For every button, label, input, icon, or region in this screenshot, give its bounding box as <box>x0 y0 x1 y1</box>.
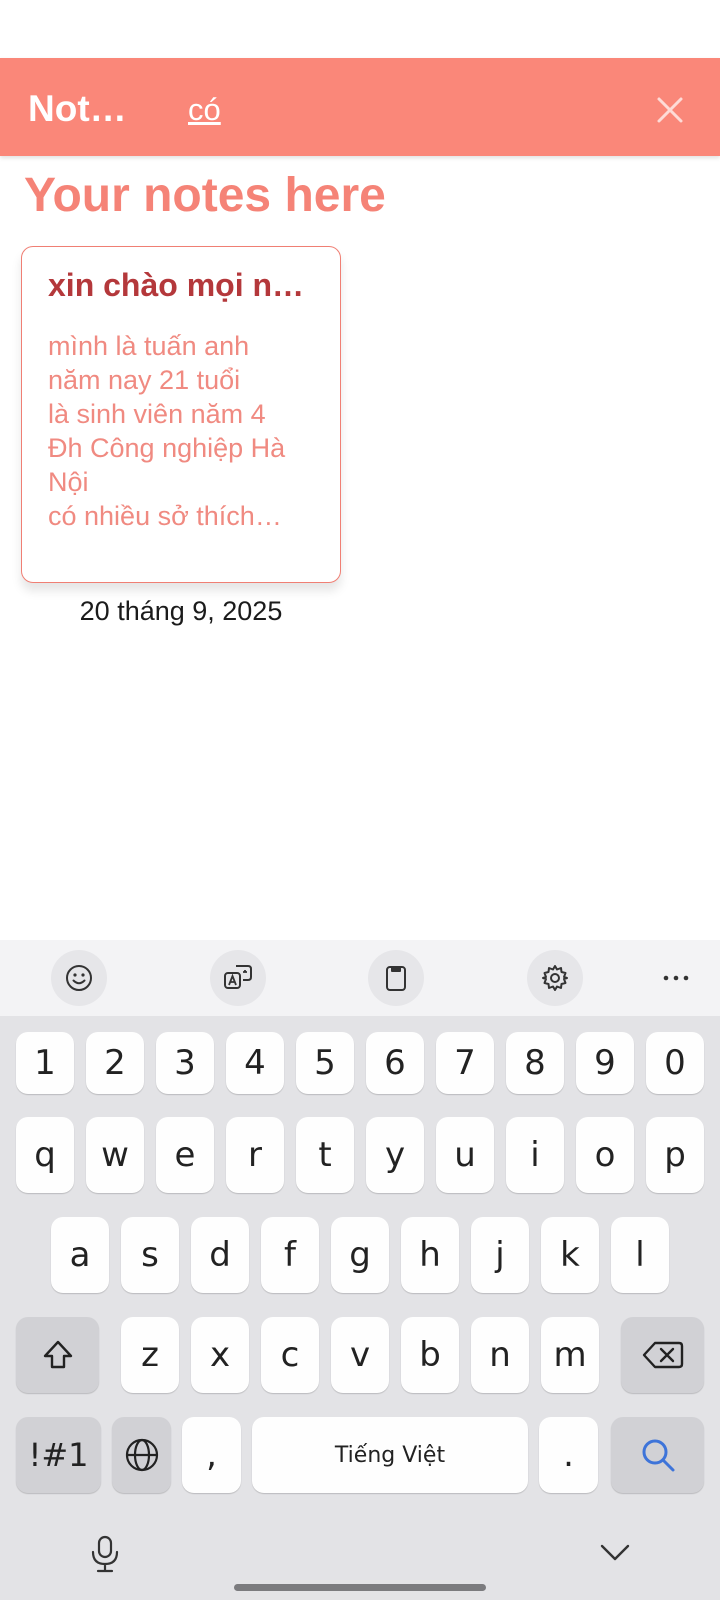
page-title: Your notes here <box>24 169 386 222</box>
home-indicator[interactable] <box>234 1584 486 1591</box>
globe-icon <box>125 1438 158 1472</box>
emoji-icon <box>66 965 92 991</box>
key-i[interactable]: i <box>506 1117 564 1193</box>
key-x[interactable]: x <box>191 1317 249 1393</box>
note-date: 20 tháng 9, 2025 <box>79 596 283 626</box>
key-a[interactable]: a <box>51 1217 109 1293</box>
key-t[interactable]: t <box>296 1117 354 1193</box>
key-3[interactable]: 3 <box>156 1032 214 1094</box>
emoji-button[interactable] <box>51 950 107 1006</box>
translate-button[interactable] <box>210 950 266 1006</box>
more-icon <box>663 975 689 981</box>
key-u[interactable]: u <box>436 1117 494 1193</box>
app-bar: Notes App <box>0 58 720 156</box>
key-o[interactable]: o <box>576 1117 634 1193</box>
note-title: xin chào mọi người <box>48 267 314 303</box>
status-bar <box>0 0 720 58</box>
key-2[interactable]: 2 <box>86 1032 144 1094</box>
key-q[interactable]: q <box>16 1117 74 1193</box>
period-key[interactable]: . <box>539 1417 598 1493</box>
key-k[interactable]: k <box>541 1217 599 1293</box>
translate-icon <box>224 965 252 989</box>
key-y[interactable]: y <box>366 1117 424 1193</box>
language-key[interactable] <box>112 1417 171 1493</box>
key-f[interactable]: f <box>261 1217 319 1293</box>
comma-key[interactable]: , <box>182 1417 241 1493</box>
shift-icon <box>43 1340 72 1369</box>
close-search-button[interactable] <box>650 90 690 130</box>
keyboard: 1 2 3 4 5 6 7 8 9 0 q w e r t y u i o p … <box>0 1016 720 1600</box>
key-r[interactable]: r <box>226 1117 284 1193</box>
space-key[interactable]: Tiếng Việt <box>252 1417 528 1493</box>
key-8[interactable]: 8 <box>506 1032 564 1094</box>
note-card[interactable]: xin chào mọi người mình là tuấn anh năm … <box>21 246 341 583</box>
clipboard-icon <box>386 966 406 991</box>
key-b[interactable]: b <box>401 1317 459 1393</box>
backspace-icon <box>642 1341 683 1369</box>
close-icon <box>657 97 683 123</box>
key-h[interactable]: h <box>401 1217 459 1293</box>
key-7[interactable]: 7 <box>436 1032 494 1094</box>
hide-keyboard-icon[interactable] <box>598 1540 632 1564</box>
more-options-button[interactable] <box>648 950 704 1006</box>
app-title: Notes App <box>28 88 146 129</box>
symbols-key[interactable]: !#1 <box>16 1417 101 1493</box>
key-w[interactable]: w <box>86 1117 144 1193</box>
key-p[interactable]: p <box>646 1117 704 1193</box>
backspace-key[interactable] <box>621 1317 704 1393</box>
key-4[interactable]: 4 <box>226 1032 284 1094</box>
key-e[interactable]: e <box>156 1117 214 1193</box>
search-key[interactable] <box>611 1417 704 1493</box>
key-d[interactable]: d <box>191 1217 249 1293</box>
keyboard-toolbar <box>0 940 720 1016</box>
settings-button[interactable] <box>527 950 583 1006</box>
key-c[interactable]: c <box>261 1317 319 1393</box>
key-n[interactable]: n <box>471 1317 529 1393</box>
key-s[interactable]: s <box>121 1217 179 1293</box>
key-z[interactable]: z <box>121 1317 179 1393</box>
search-icon <box>642 1439 674 1472</box>
key-j[interactable]: j <box>471 1217 529 1293</box>
shift-key[interactable] <box>16 1317 99 1393</box>
key-0[interactable]: 0 <box>646 1032 704 1094</box>
key-9[interactable]: 9 <box>576 1032 634 1094</box>
key-1[interactable]: 1 <box>16 1032 74 1094</box>
key-l[interactable]: l <box>611 1217 669 1293</box>
key-m[interactable]: m <box>541 1317 599 1393</box>
clipboard-button[interactable] <box>368 950 424 1006</box>
search-input[interactable] <box>188 88 608 132</box>
settings-icon <box>542 965 568 991</box>
note-body: mình là tuấn anh năm nay 21 tuổi là sinh… <box>48 331 286 531</box>
key-6[interactable]: 6 <box>366 1032 424 1094</box>
key-g[interactable]: g <box>331 1217 389 1293</box>
key-5[interactable]: 5 <box>296 1032 354 1094</box>
microphone-icon[interactable] <box>88 1534 122 1574</box>
key-v[interactable]: v <box>331 1317 389 1393</box>
